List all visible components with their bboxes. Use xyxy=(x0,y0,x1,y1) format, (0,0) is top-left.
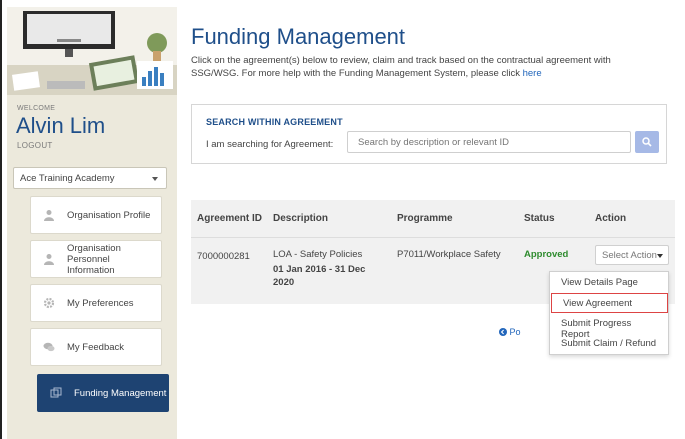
organisation-select[interactable]: Ace Training Academy xyxy=(13,167,167,189)
page-title: Funding Management xyxy=(191,24,406,49)
programme-cell: P7011/Workplace Safety xyxy=(397,249,501,260)
period-cell: 01 Jan 2016 - 31 Dec 2020 xyxy=(273,264,366,288)
column-header-action: Action xyxy=(595,213,627,224)
user-icon xyxy=(44,210,54,221)
portal-link-label: Po xyxy=(509,327,521,337)
intro-text: Click on the agreement(s) below to revie… xyxy=(191,54,661,80)
column-header-status: Status xyxy=(524,213,555,224)
menu-item-view-details[interactable]: View Details Page xyxy=(550,273,668,293)
chevron-down-icon xyxy=(152,177,158,181)
search-title: SEARCH WITHIN AGREEMENT xyxy=(206,117,343,127)
sidebar-item-organisation-personnel[interactable]: Organisation Personnel Information xyxy=(30,240,162,278)
menu-item-view-agreement[interactable]: View Agreement xyxy=(551,293,668,313)
user-name: Alvin Lim xyxy=(16,113,106,138)
sidebar: WELCOME Alvin Lim LOGOUT Ace Training Ac… xyxy=(7,7,177,439)
desk-illustration xyxy=(7,7,177,95)
gear-icon xyxy=(43,297,55,309)
column-header-description: Description xyxy=(273,213,329,224)
sidebar-item-my-feedback[interactable]: My Feedback xyxy=(30,328,162,366)
user-icon xyxy=(44,254,54,265)
description-cell[interactable]: LOA - Safety Policies xyxy=(273,249,362,260)
action-menu: View Details Page View Agreement Submit … xyxy=(549,271,669,355)
funding-icon xyxy=(50,387,62,398)
intro-copy: Click on the agreement(s) below to revie… xyxy=(191,55,611,79)
help-link[interactable]: here xyxy=(523,68,542,79)
portal-link[interactable]: Po xyxy=(499,327,521,337)
arrow-circle-icon xyxy=(499,328,507,336)
sidebar-item-funding-management[interactable]: Funding Management xyxy=(37,374,169,412)
agreement-id-cell[interactable]: 7000000281 xyxy=(197,251,250,262)
chevron-down-icon xyxy=(657,254,663,258)
status-badge: Approved xyxy=(524,249,569,260)
select-action-label: Select Action xyxy=(602,250,657,261)
sidebar-item-my-preferences[interactable]: My Preferences xyxy=(30,284,162,322)
search-input[interactable] xyxy=(347,131,631,153)
search-button[interactable] xyxy=(635,131,659,153)
header-divider xyxy=(191,237,675,238)
organisation-select-value: Ace Training Academy xyxy=(20,173,115,184)
sidebar-item-label: Organisation Personnel Information xyxy=(67,242,121,276)
sidebar-item-organisation-profile[interactable]: Organisation Profile xyxy=(30,196,162,234)
sidebar-item-label: My Feedback xyxy=(67,341,125,353)
menu-item-submit-claim-refund[interactable]: Submit Claim / Refund xyxy=(550,334,668,354)
column-header-programme: Programme xyxy=(397,213,453,224)
column-header-agreement-id: Agreement ID xyxy=(197,213,263,224)
sidebar-item-label: My Preferences xyxy=(67,297,134,309)
logout-link[interactable]: LOGOUT xyxy=(17,141,53,150)
welcome-label: WELCOME xyxy=(17,105,56,112)
sidebar-item-label: Organisation Profile xyxy=(67,209,151,221)
search-label: I am searching for Agreement: xyxy=(206,139,334,150)
sidebar-item-label: Funding Management xyxy=(74,387,167,399)
search-icon xyxy=(642,137,652,147)
menu-item-submit-progress-report[interactable]: Submit Progress Report xyxy=(550,314,668,340)
search-panel: SEARCH WITHIN AGREEMENT I am searching f… xyxy=(191,104,667,164)
select-action-dropdown[interactable]: Select Action xyxy=(595,245,669,265)
chat-icon xyxy=(43,342,55,352)
hero-illustration xyxy=(7,7,177,95)
